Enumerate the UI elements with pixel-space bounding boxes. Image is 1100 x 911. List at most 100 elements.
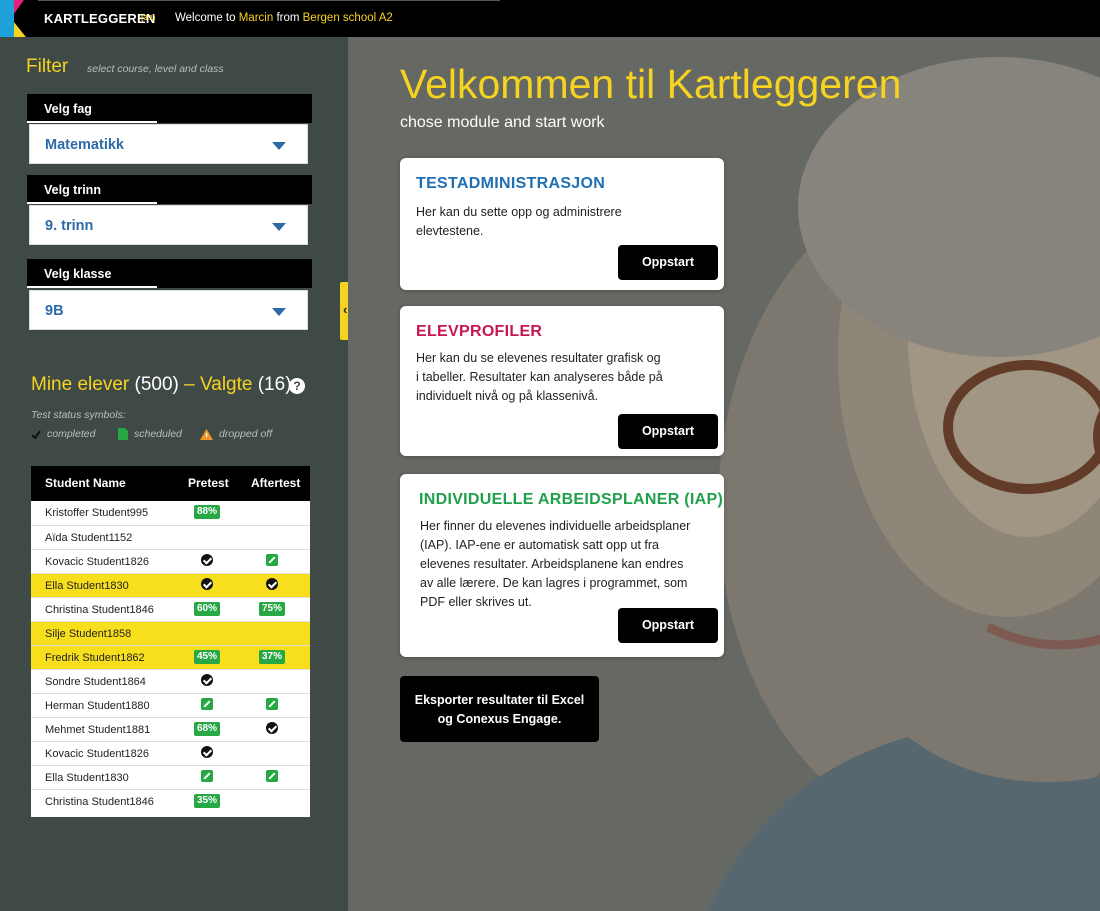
header-pretest[interactable]: Pretest bbox=[188, 476, 229, 490]
aftertest-cell bbox=[252, 722, 292, 735]
legend-completed-label: completed bbox=[47, 428, 96, 440]
level-select[interactable]: 9. trinn bbox=[29, 205, 308, 245]
student-name: Sondre Student1864 bbox=[45, 676, 146, 688]
card-text-line: PDF eller skrives ut. bbox=[420, 595, 532, 609]
start-button[interactable]: Oppstart bbox=[618, 608, 718, 643]
card-iap: INDIVIDUELLE ARBEIDSPLANER (IAP) Her fin… bbox=[400, 474, 724, 657]
table-row[interactable]: Herman Student1880 bbox=[31, 693, 310, 717]
sidebar: Filter select course, level and class Ve… bbox=[0, 37, 348, 911]
level-select-value: 9. trinn bbox=[45, 218, 94, 234]
pretest-cell bbox=[187, 698, 227, 711]
score-badge: 88% bbox=[193, 505, 220, 519]
score-badge: 68% bbox=[193, 722, 220, 736]
start-button[interactable]: Oppstart bbox=[618, 245, 718, 280]
table-row[interactable]: Mehmet Student1881 68% bbox=[31, 717, 310, 741]
school-name: Bergen school A2 bbox=[302, 12, 393, 24]
table-row[interactable]: Ella Student1830 bbox=[31, 573, 310, 597]
student-name: Aïda Student1152 bbox=[45, 532, 133, 544]
main-content: Velkommen til Kartleggeren chose module … bbox=[348, 37, 1100, 911]
edit-icon bbox=[266, 554, 278, 567]
table-row[interactable]: Kovacic Student1826 bbox=[31, 741, 310, 765]
kartleggeren-logo bbox=[0, 0, 38, 37]
card-text-line: elevenes resultater. Arbeidsplanene kan … bbox=[420, 557, 684, 571]
legend-dropped-label: dropped off bbox=[219, 428, 273, 440]
edit-icon bbox=[201, 770, 213, 783]
table-row[interactable]: Christina Student1846 35% bbox=[31, 789, 310, 813]
table-row[interactable]: Aïda Student1152 bbox=[31, 525, 310, 549]
chevron-down-icon bbox=[272, 142, 286, 150]
chevron-left-icon: ‹ bbox=[343, 302, 348, 317]
card-text-line: individuelt nivå og på klassenivå. bbox=[416, 389, 599, 403]
selected-label: – Valgte bbox=[184, 374, 253, 395]
warning-icon bbox=[200, 428, 213, 440]
aftertest-cell bbox=[252, 578, 292, 591]
class-select-label: Velg klasse bbox=[27, 259, 312, 288]
card-text: Her finner du elevenes individuelle arbe… bbox=[420, 517, 690, 612]
legend-scheduled-label: scheduled bbox=[134, 428, 182, 440]
table-row[interactable]: Kristoffer Student995 88% bbox=[31, 501, 310, 525]
student-name: Kovacic Student1826 bbox=[45, 556, 149, 568]
subject-select-value: Matematikk bbox=[45, 137, 124, 153]
student-name: Silje Student1858 bbox=[45, 628, 132, 640]
pretest-cell: 45% bbox=[187, 650, 227, 664]
pretest-cell bbox=[187, 554, 227, 567]
app-name: KARTLEGGEREN bbox=[44, 11, 156, 26]
start-button[interactable]: Oppstart bbox=[618, 414, 718, 449]
card-text-line: Her kan du sette opp og administrere bbox=[416, 205, 622, 219]
table-row[interactable]: Christina Student1846 60% 75% bbox=[31, 597, 310, 621]
card-text-line: (IAP). IAP-ene er automatisk satt opp ut… bbox=[420, 538, 659, 552]
table-row[interactable]: Ella Student1830 bbox=[31, 765, 310, 789]
class-select[interactable]: 9B bbox=[29, 290, 308, 330]
pretest-cell: 35% bbox=[187, 794, 227, 808]
top-divider bbox=[0, 0, 500, 1]
subject-select[interactable]: Matematikk bbox=[29, 124, 308, 164]
card-testadministrasjon: TESTADMINISTRASJON Her kan du sette opp … bbox=[400, 158, 724, 290]
student-name: Fredrik Student1862 bbox=[45, 652, 145, 664]
score-badge: 75% bbox=[258, 602, 285, 616]
card-title: TESTADMINISTRASJON bbox=[416, 175, 606, 192]
my-students-count: (500) bbox=[134, 374, 179, 395]
aftertest-cell: 37% bbox=[252, 650, 292, 664]
class-select-value: 9B bbox=[45, 303, 64, 319]
table-row[interactable]: Sondre Student1864 bbox=[31, 669, 310, 693]
filter-title: Filter bbox=[26, 56, 69, 77]
pretest-cell bbox=[187, 746, 227, 759]
header-student-name[interactable]: Student Name bbox=[45, 476, 126, 490]
table-row[interactable]: Silje Student1858 bbox=[31, 621, 310, 645]
legend-scheduled: scheduled bbox=[118, 428, 182, 441]
table-body: Kristoffer Student995 88% Aïda Student1152… bbox=[31, 501, 310, 813]
completed-check-icon bbox=[266, 722, 278, 735]
table-row[interactable]: Fredrik Student1862 45% 37% bbox=[31, 645, 310, 669]
edit-icon bbox=[266, 698, 278, 711]
chevron-down-icon bbox=[272, 223, 286, 231]
status-caption: Test status symbols: bbox=[31, 409, 126, 421]
card-text-line: Her finner du elevenes individuelle arbe… bbox=[420, 519, 691, 533]
pretest-cell bbox=[187, 770, 227, 783]
table-header: Student Name Pretest Aftertest bbox=[31, 466, 310, 501]
aftertest-cell bbox=[252, 554, 292, 567]
table-row[interactable]: Kovacic Student1826 bbox=[31, 549, 310, 573]
card-text-line: Her kan du se elevenes resultater grafis… bbox=[416, 351, 661, 365]
level-select-label: Velg trinn bbox=[27, 175, 312, 204]
pretest-cell: 88% bbox=[187, 505, 227, 519]
aftertest-cell bbox=[252, 698, 292, 711]
help-icon[interactable]: ? bbox=[289, 378, 305, 394]
welcome-message: Welcome to Marcin from Bergen school A2 bbox=[175, 12, 393, 24]
card-title: INDIVIDUELLE ARBEIDSPLANER (IAP) bbox=[419, 491, 724, 508]
document-icon bbox=[118, 428, 128, 441]
export-results-button[interactable]: Eksporter resultater til Excel og Conexu… bbox=[400, 676, 599, 742]
legend-dropped: dropped off bbox=[200, 428, 272, 440]
student-name: Christina Student1846 bbox=[45, 604, 154, 616]
student-name: Ella Student1830 bbox=[45, 772, 129, 784]
card-text: Her kan du se elevenes resultater grafis… bbox=[416, 349, 663, 406]
card-text-line: i tabeller. Resultater kan analyseres bå… bbox=[416, 370, 663, 384]
card-text: Her kan du sette opp og administrere ele… bbox=[416, 203, 622, 241]
subject-select-label: Velg fag bbox=[27, 94, 312, 123]
export-line: Eksporter resultater til Excel bbox=[414, 693, 585, 707]
welcome-subtitle: chose module and start work bbox=[400, 114, 605, 131]
pretest-cell bbox=[187, 674, 227, 687]
students-table: Student Name Pretest Aftertest Kristoffe… bbox=[31, 466, 310, 817]
header-aftertest[interactable]: Aftertest bbox=[251, 476, 300, 490]
student-name: Herman Student1880 bbox=[45, 700, 150, 712]
score-badge: 37% bbox=[258, 650, 285, 664]
